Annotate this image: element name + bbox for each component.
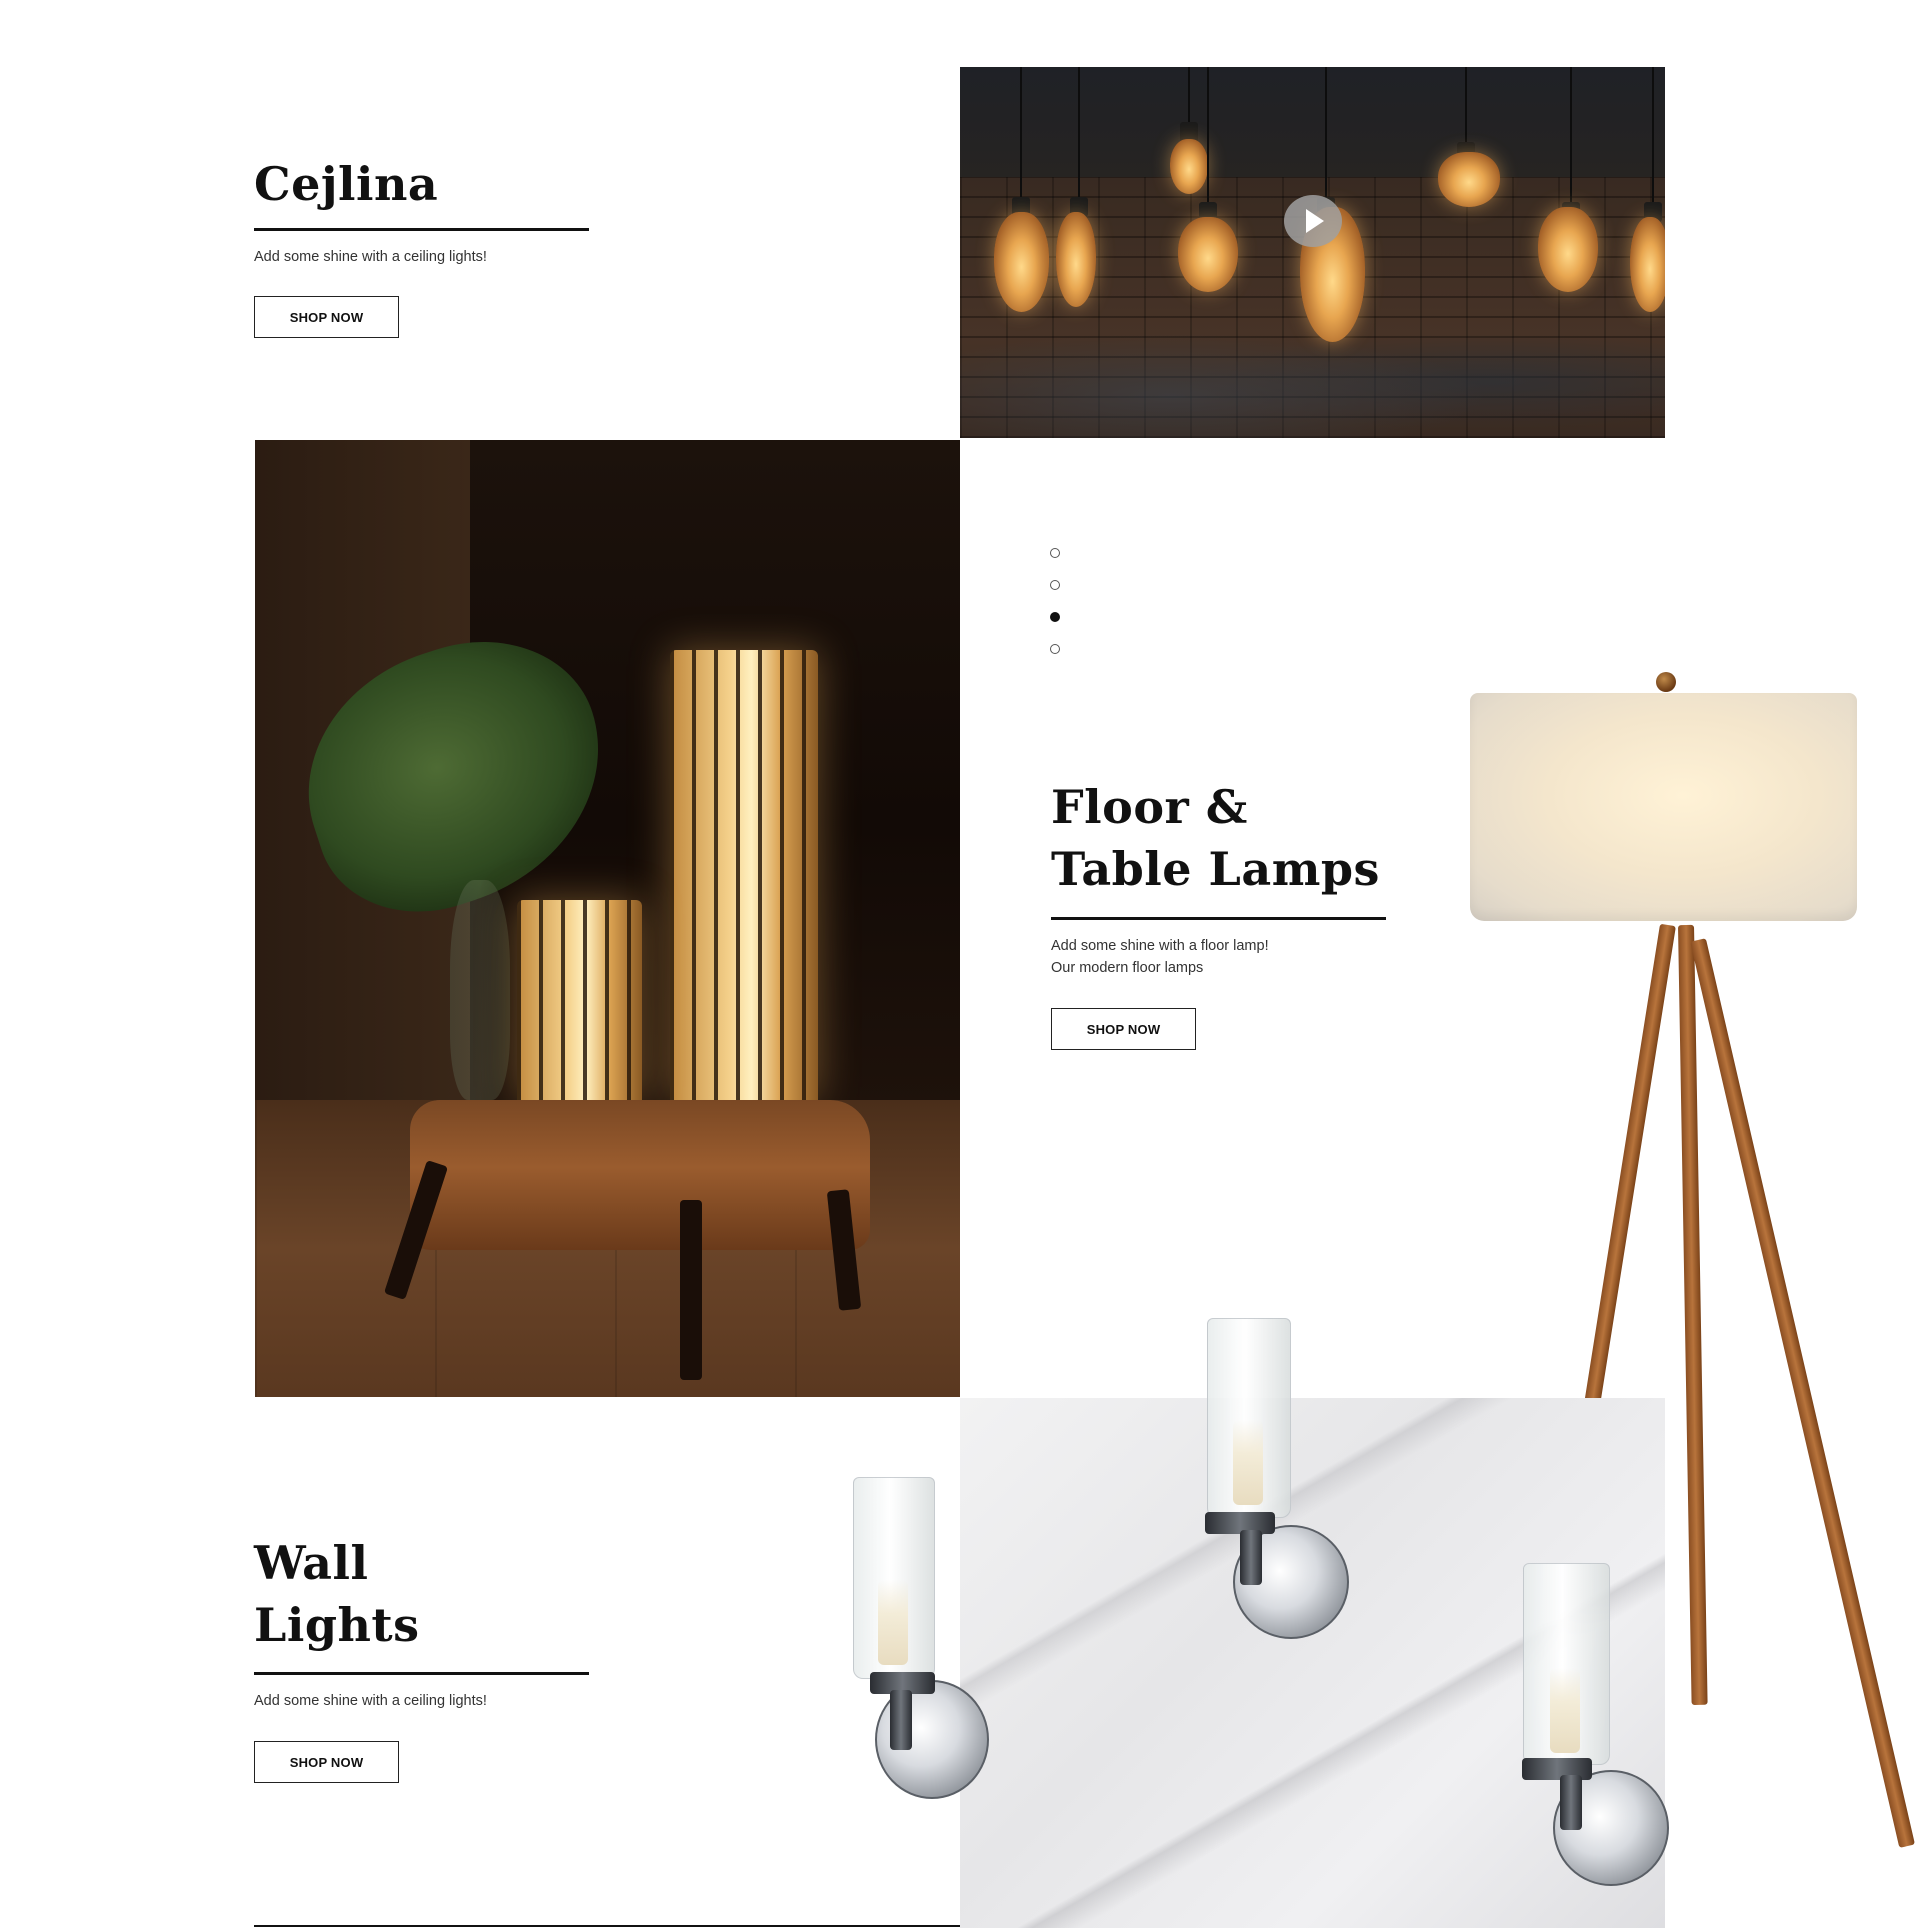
edison-bulb (1438, 152, 1500, 207)
bulb-wire (1020, 67, 1022, 207)
bulb-wire (1078, 67, 1080, 207)
pagination-dot[interactable] (1050, 644, 1060, 654)
wall-lights-title: Wall Lights (254, 1532, 420, 1656)
floor-table-title-line2: Table Lamps (1051, 842, 1380, 896)
bottom-divider (254, 1925, 960, 1927)
edison-bulb (1178, 217, 1238, 292)
wall-lights-title-line2: Lights (254, 1598, 420, 1652)
bulb-wire (1570, 67, 1572, 212)
pagination-dot[interactable] (1050, 548, 1060, 558)
sconce-candle (878, 1580, 908, 1665)
bulb-wire (1325, 67, 1327, 207)
sconce-candle (1233, 1420, 1263, 1505)
edison-bulb (1630, 217, 1665, 312)
lamp-finial (1656, 672, 1676, 692)
chair-leg (680, 1200, 702, 1380)
bulb-wire (1652, 67, 1654, 212)
edison-bulb (1056, 212, 1096, 307)
floor-table-title-line1: Floor & (1051, 780, 1248, 834)
lamp-shade (1470, 693, 1857, 921)
edison-bulb (1170, 139, 1208, 194)
tall-mercury-lantern (670, 650, 818, 1100)
ceiling-lights-image (960, 67, 1665, 438)
wall-lights-title-underline (254, 1672, 589, 1675)
leather-chair (410, 1100, 870, 1250)
table-lamps-image (255, 440, 960, 1397)
pagination-dot[interactable] (1050, 580, 1060, 590)
play-video-button[interactable] (1284, 195, 1342, 247)
edison-bulb (1538, 207, 1598, 292)
bulb-wire (1207, 67, 1209, 212)
sconce-candle (1550, 1668, 1580, 1753)
bulb-wire (1465, 67, 1467, 152)
sconce-arm (1240, 1530, 1262, 1585)
pagination-dot-active[interactable] (1050, 612, 1060, 622)
ceiling-description: Add some shine with a ceiling lights! (254, 249, 487, 265)
short-mercury-lantern (517, 900, 642, 1100)
sconce-arm (1560, 1775, 1582, 1830)
ceiling-title-underline (254, 228, 589, 231)
glass-vase (450, 880, 510, 1100)
floor-table-title-underline (1051, 917, 1386, 920)
floor-table-description-line2: Our modern floor lamps (1051, 960, 1204, 976)
floor-table-description-line1: Add some shine with a floor lamp! (1051, 938, 1269, 954)
edison-bulb (994, 212, 1049, 312)
ceiling-title: Cejlina (254, 157, 439, 211)
floor-table-shop-now-button[interactable]: SHOP NOW (1051, 1008, 1196, 1050)
wall-lights-title-line1: Wall (254, 1536, 369, 1590)
floor-table-title: Floor & Table Lamps (1051, 776, 1380, 900)
wall-lights-shop-now-button[interactable]: SHOP NOW (254, 1741, 399, 1783)
sconce-arm (890, 1690, 912, 1750)
ceiling-shop-now-button[interactable]: SHOP NOW (254, 296, 399, 338)
wall-lights-description: Add some shine with a ceiling lights! (254, 1693, 487, 1709)
floor-table-description: Add some shine with a floor lamp! Our mo… (1051, 935, 1269, 979)
